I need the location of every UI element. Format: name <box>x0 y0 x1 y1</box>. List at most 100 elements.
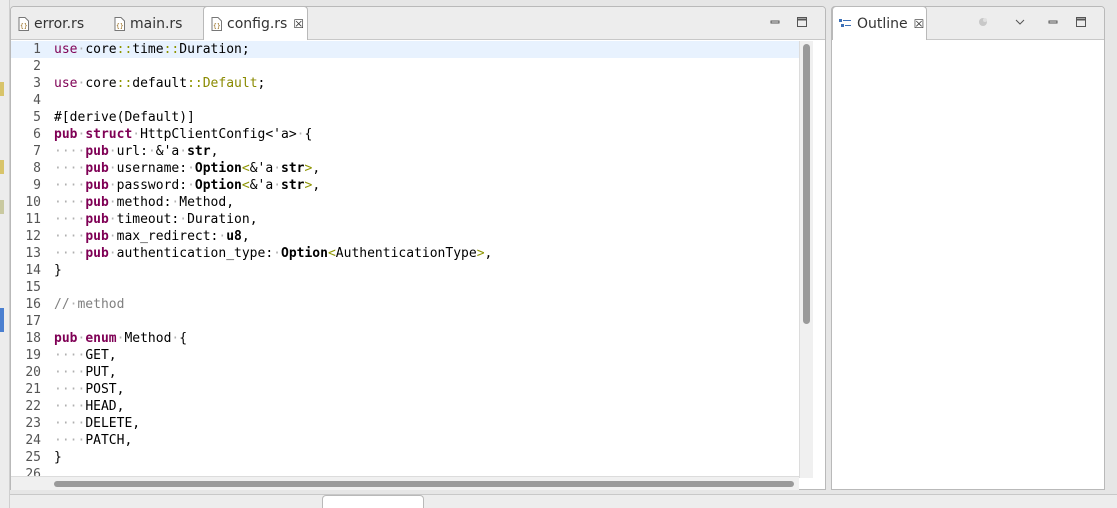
code-line[interactable]: 4 <box>11 92 807 109</box>
code-token: Method, <box>179 195 235 210</box>
code-token: Duration, <box>187 212 258 227</box>
maximize-icon[interactable] <box>795 15 809 29</box>
code-line[interactable]: 20 ····PUT, <box>11 364 807 381</box>
code-line[interactable]: 16 //·method <box>11 296 807 313</box>
code-line[interactable]: 12 ····pub·max_redirect:·u8, <box>11 228 807 245</box>
code-token: pub <box>54 127 78 142</box>
code-line[interactable]: 22 ····HEAD, <box>11 398 807 415</box>
code-token: · <box>108 161 117 176</box>
line-number: 14 <box>25 263 41 278</box>
scrollbar-thumb[interactable] <box>54 481 794 487</box>
tab-error-rs[interactable]: {} error.rs <box>11 7 107 40</box>
code-line[interactable]: 23 ····DELETE, <box>11 415 807 432</box>
sync-icon[interactable] <box>976 15 990 29</box>
tab-label: Outline <box>857 15 908 32</box>
maximize-icon[interactable] <box>1074 15 1088 29</box>
code-token: struct <box>85 127 133 142</box>
code-token: ···· <box>54 365 86 380</box>
code-token: DELETE, <box>85 416 141 431</box>
close-icon[interactable]: ☒ <box>293 17 304 31</box>
minimize-icon[interactable] <box>1046 15 1060 29</box>
code-line[interactable]: 3 use·core::default::Default; <box>11 75 807 92</box>
code-token: ···· <box>54 399 86 414</box>
code-token: · <box>108 212 117 227</box>
tab-label: error.rs <box>34 15 85 32</box>
line-number: 20 <box>25 365 41 380</box>
horizontal-scrollbar[interactable] <box>11 476 799 490</box>
code-token: ···· <box>54 433 86 448</box>
code-token: &'a <box>249 178 274 193</box>
code-line[interactable]: 25} <box>11 449 807 466</box>
code-line[interactable]: 10 ····pub·method:·Method, <box>11 194 807 211</box>
code-line[interactable]: 21 ····POST, <box>11 381 807 398</box>
code-token: // <box>54 297 70 312</box>
minimize-icon[interactable] <box>768 15 782 29</box>
tab-config-rs[interactable]: {} config.rs ☒ <box>203 6 308 40</box>
code-token: pub <box>85 246 109 261</box>
code-line[interactable]: 1 use·core::time::Duration; <box>11 41 807 58</box>
outline-tree[interactable] <box>832 41 1104 489</box>
code-token: str <box>281 161 305 176</box>
svg-text:{}: {} <box>20 23 28 30</box>
outline-part: Outline ☒ <box>831 6 1105 490</box>
code-token: ; <box>257 76 266 91</box>
tab-outline[interactable]: Outline ☒ <box>832 6 927 40</box>
code-line[interactable]: 15 <box>11 279 807 296</box>
code-token: · <box>273 161 282 176</box>
code-token: HEAD, <box>85 399 125 414</box>
code-token: ···· <box>54 144 86 159</box>
code-line[interactable]: 7 ····pub·url:·&'a·str, <box>11 143 807 160</box>
code-token: time <box>132 42 164 57</box>
code-token: u8 <box>226 229 242 244</box>
rust-file-icon: {} <box>211 16 222 31</box>
view-menu-icon[interactable] <box>1013 15 1027 29</box>
code-text: use·core::default::Default; <box>54 75 265 92</box>
code-text: ····HEAD, <box>54 398 124 415</box>
line-number: 11 <box>25 212 41 227</box>
code-editor[interactable]: 1 use·core::time::Duration; 2 3 use·core::de… <box>11 41 807 478</box>
code-token: · <box>108 246 117 261</box>
code-line[interactable]: 9 ····pub·password:·Option<&'a·str>, <box>11 177 807 194</box>
close-icon[interactable]: ☒ <box>914 17 925 31</box>
scrollbar-thumb[interactable] <box>803 44 810 324</box>
line-number: 3 <box>33 76 41 91</box>
code-token: ···· <box>54 246 86 261</box>
code-line[interactable]: 8 ····pub·username:·Option<&'a·str>, <box>11 160 807 177</box>
vertical-scrollbar[interactable] <box>799 41 813 478</box>
code-token: url: <box>116 144 148 159</box>
code-line[interactable]: 11 ····pub·timeout:·Duration, <box>11 211 807 228</box>
code-token: } <box>54 450 62 465</box>
tab-main-rs[interactable]: {} main.rs <box>107 7 203 40</box>
code-token: · <box>108 178 117 193</box>
code-token: pub <box>85 144 109 159</box>
code-line[interactable]: 18 pub·enum·Method·{ <box>11 330 807 347</box>
bottom-tab-stub[interactable] <box>322 495 424 508</box>
code-text: } <box>54 262 62 279</box>
code-token: pub <box>85 195 109 210</box>
code-token: :: <box>163 42 180 57</box>
code-token: · <box>108 229 117 244</box>
code-line[interactable]: 14} <box>11 262 807 279</box>
code-text: ····GET, <box>54 347 117 364</box>
code-token: ···· <box>54 178 86 193</box>
line-number: 8 <box>33 161 41 176</box>
code-line[interactable]: 17 <box>11 313 807 330</box>
code-line[interactable]: 13 ····pub·authentication_type:·Option<Au… <box>11 245 807 262</box>
code-line[interactable]: 2 <box>11 58 807 75</box>
code-token: :: <box>187 76 203 91</box>
code-line[interactable]: 6 pub·struct·HttpClientConfig<'a>·{ <box>11 126 807 143</box>
code-line[interactable]: 19 ····GET, <box>11 347 807 364</box>
code-token: enum <box>85 331 117 346</box>
code-token: timeout: <box>116 212 180 227</box>
outline-tabbar: Outline ☒ <box>832 6 1104 40</box>
code-token: pub <box>85 212 109 227</box>
code-token: ···· <box>54 382 86 397</box>
marker-icon <box>0 200 4 214</box>
code-line[interactable]: 5 #[derive(Default)] <box>11 109 807 126</box>
code-token: :: <box>116 76 133 91</box>
code-text: ····pub·password:·Option<&'a·str>, <box>54 177 320 194</box>
code-text: pub·enum·Method·{ <box>54 330 187 347</box>
editor-tabbar: {} error.rs {} main.rs {} config.rs ☒ <box>11 6 825 40</box>
code-line[interactable]: 24 ····PATCH, <box>11 432 807 449</box>
line-number: 9 <box>33 178 41 193</box>
